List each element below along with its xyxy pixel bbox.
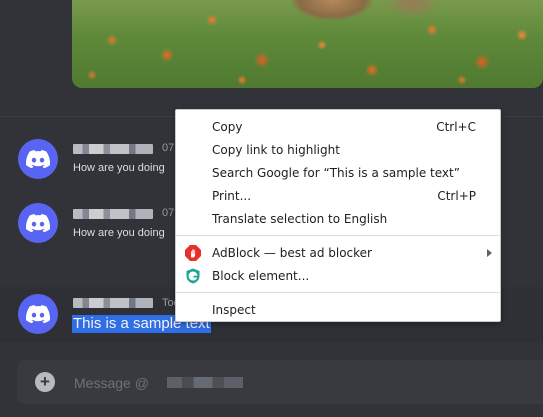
timestamp: 07 xyxy=(162,142,175,154)
message-text: How are you doing xyxy=(73,227,165,239)
adblock-shield-icon xyxy=(185,268,201,284)
image-attachment[interactable] xyxy=(72,0,543,88)
menu-separator xyxy=(176,292,500,293)
menu-item-inspect[interactable]: Inspect xyxy=(176,299,500,321)
discord-logo-icon xyxy=(26,214,50,232)
avatar[interactable] xyxy=(18,203,58,243)
menu-item-print[interactable]: Print... Ctrl+P xyxy=(176,185,500,207)
adblock-hand-icon xyxy=(185,245,201,261)
menu-item-label: Inspect xyxy=(212,303,256,317)
message-input[interactable] xyxy=(72,360,516,406)
message-composer: + xyxy=(17,360,543,406)
menu-item-copy[interactable]: Copy Ctrl+C xyxy=(176,116,500,138)
add-attachment-button[interactable]: + xyxy=(35,372,55,392)
recipient-name-blur xyxy=(167,377,243,388)
timestamp: 07 xyxy=(162,207,175,219)
discord-logo-icon xyxy=(26,305,50,323)
menu-item-search-google[interactable]: Search Google for “This is a sample text… xyxy=(176,162,500,184)
menu-item-label: Block element... xyxy=(212,269,310,283)
username[interactable] xyxy=(73,298,153,308)
username[interactable] xyxy=(73,144,153,154)
menu-item-shortcut: Ctrl+P xyxy=(437,189,476,203)
avatar[interactable] xyxy=(18,139,58,179)
menu-item-adblock[interactable]: AdBlock — best ad blocker xyxy=(176,242,500,264)
menu-item-label: Copy xyxy=(212,120,243,134)
menu-item-block-element[interactable]: Block element... xyxy=(176,265,500,287)
menu-item-label: Translate selection to English xyxy=(212,212,388,226)
menu-item-shortcut: Ctrl+C xyxy=(436,120,476,134)
avatar[interactable] xyxy=(18,294,58,334)
menu-item-translate[interactable]: Translate selection to English xyxy=(176,208,500,230)
menu-item-label: AdBlock — best ad blocker xyxy=(212,246,372,260)
message-text: How are you doing xyxy=(73,162,165,174)
menu-item-label: Copy link to highlight xyxy=(212,143,340,157)
discord-logo-icon xyxy=(26,150,50,168)
menu-item-copy-link-to-highlight[interactable]: Copy link to highlight xyxy=(176,139,500,161)
menu-separator xyxy=(176,235,500,236)
username[interactable] xyxy=(73,209,153,219)
context-menu: Copy Ctrl+C Copy link to highlight Searc… xyxy=(175,109,501,322)
menu-item-label: Print... xyxy=(212,189,252,203)
submenu-arrow-icon xyxy=(487,249,492,257)
menu-item-label: Search Google for “This is a sample text… xyxy=(212,166,460,180)
